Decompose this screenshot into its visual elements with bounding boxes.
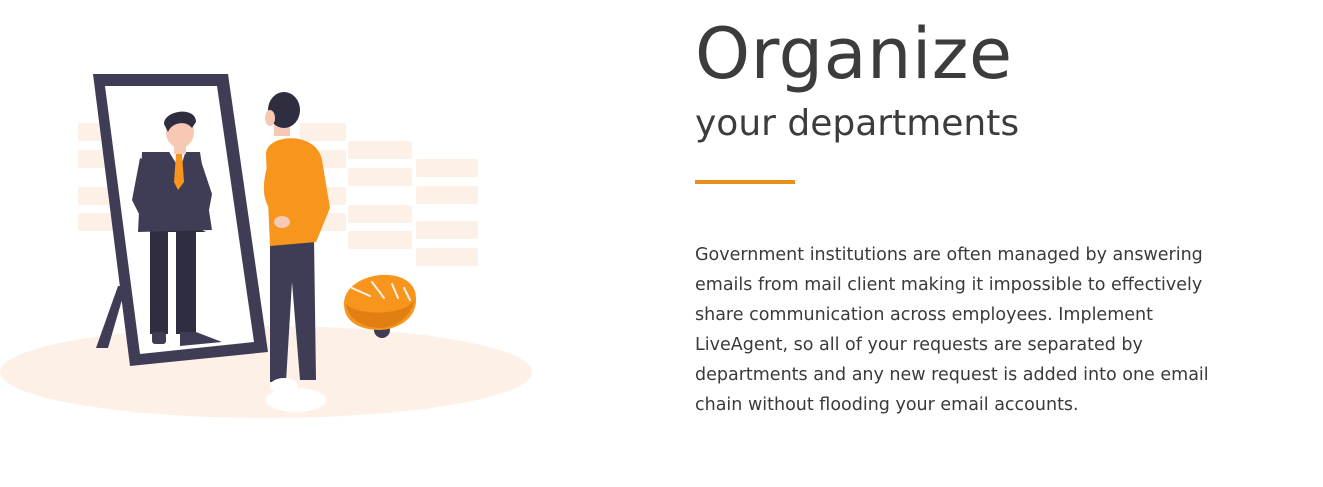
section-content: Organize your departments Government ins… [695,14,1255,420]
plant-pot [344,274,417,338]
section-headline: Organize [695,13,1013,95]
section-subheadline: your departments [695,103,1020,144]
section-description: Government institutions are often manage… [695,245,1209,415]
accent-divider [695,180,795,184]
person-mirror-illustration [0,60,540,430]
